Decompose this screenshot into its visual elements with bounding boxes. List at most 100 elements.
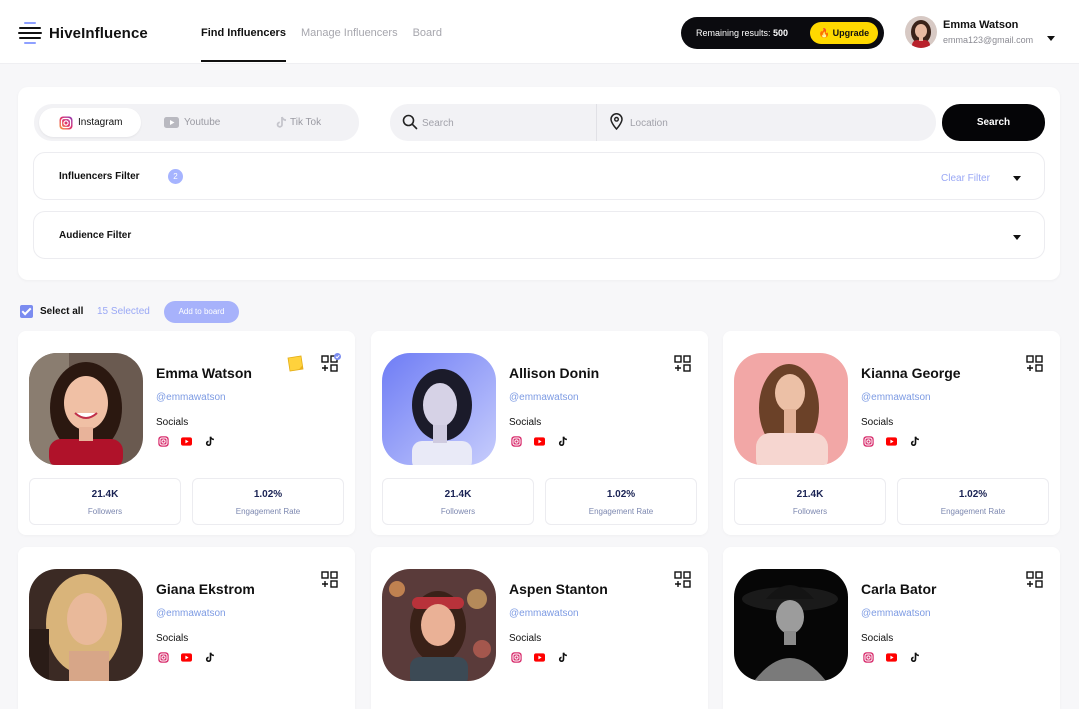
chevron-down-icon[interactable] bbox=[1013, 235, 1021, 240]
tiktok-icon[interactable] bbox=[204, 652, 215, 663]
influencer-name[interactable]: Giana Ekstrom bbox=[156, 581, 255, 597]
add-to-board-button[interactable]: Add to board bbox=[164, 301, 239, 323]
influencer-card[interactable]: Allison Donin @emmawatson Socials 21.4K … bbox=[371, 331, 708, 535]
followers-value: 21.4K bbox=[444, 489, 472, 500]
socials-label: Socials bbox=[509, 417, 542, 428]
influencer-handle[interactable]: @emmawatson bbox=[509, 608, 579, 619]
add-to-board-icon[interactable] bbox=[321, 569, 339, 588]
socials-list bbox=[511, 652, 580, 663]
youtube-icon[interactable] bbox=[534, 652, 545, 663]
add-to-board-icon[interactable] bbox=[674, 569, 692, 588]
add-to-board-icon[interactable] bbox=[321, 353, 341, 372]
instagram-icon[interactable] bbox=[158, 436, 169, 447]
influencer-name[interactable]: Allison Donin bbox=[509, 365, 599, 381]
chevron-down-icon[interactable] bbox=[1013, 176, 1021, 181]
location-pin-icon bbox=[610, 113, 623, 135]
tiktok-icon[interactable] bbox=[557, 652, 568, 663]
youtube-icon[interactable] bbox=[534, 436, 545, 447]
sticky-note-icon[interactable] bbox=[286, 353, 306, 373]
influencer-handle[interactable]: @emmawatson bbox=[509, 392, 579, 403]
tiktok-icon[interactable] bbox=[909, 652, 920, 663]
influencer-handle[interactable]: @emmawatson bbox=[156, 608, 226, 619]
engagement-stat: 1.02% Engagement Rate bbox=[897, 478, 1049, 525]
audience-filter-label: Audience Filter bbox=[59, 230, 132, 241]
location-input[interactable] bbox=[630, 112, 920, 134]
influencer-photo bbox=[734, 353, 848, 465]
influencer-name[interactable]: Aspen Stanton bbox=[509, 581, 608, 597]
engagement-stat: 1.02% Engagement Rate bbox=[545, 478, 697, 525]
app-name: HiveInfluence bbox=[49, 24, 148, 42]
add-to-board-icon[interactable] bbox=[674, 353, 692, 372]
engagement-value: 1.02% bbox=[958, 489, 988, 500]
influencer-photo bbox=[29, 353, 143, 465]
influencer-handle[interactable]: @emmawatson bbox=[861, 608, 931, 619]
nav-find-influencers[interactable]: Find Influencers bbox=[201, 0, 286, 64]
search-icon bbox=[402, 114, 418, 135]
add-to-board-icon[interactable] bbox=[1026, 569, 1044, 588]
top-header: HiveInfluence Find Influencers Manage In… bbox=[0, 0, 1079, 64]
influencer-name[interactable]: Carla Bator bbox=[861, 581, 936, 597]
youtube-icon[interactable] bbox=[886, 436, 897, 447]
instagram-icon[interactable] bbox=[863, 652, 874, 663]
socials-label: Socials bbox=[509, 633, 542, 644]
tab-tiktok[interactable]: Tik Tok bbox=[276, 108, 346, 137]
socials-list bbox=[158, 652, 227, 663]
nav-board[interactable]: Board bbox=[413, 0, 442, 64]
app-logo[interactable]: HiveInfluence bbox=[18, 19, 148, 47]
instagram-icon[interactable] bbox=[158, 652, 169, 663]
influencer-handle[interactable]: @emmawatson bbox=[156, 392, 226, 403]
tab-youtube[interactable]: Youtube bbox=[164, 108, 244, 137]
youtube-icon[interactable] bbox=[886, 652, 897, 663]
socials-label: Socials bbox=[156, 633, 189, 644]
youtube-icon[interactable] bbox=[181, 652, 192, 663]
socials-list bbox=[511, 436, 580, 447]
tiktok-icon[interactable] bbox=[909, 436, 920, 447]
followers-label: Followers bbox=[87, 507, 123, 516]
socials-label: Socials bbox=[156, 417, 189, 428]
select-all-label[interactable]: Select all bbox=[40, 306, 83, 317]
youtube-icon[interactable] bbox=[181, 436, 192, 447]
instagram-icon[interactable] bbox=[511, 652, 522, 663]
select-all-checkbox[interactable] bbox=[20, 305, 33, 318]
socials-list bbox=[863, 652, 932, 663]
instagram-icon[interactable] bbox=[511, 436, 522, 447]
influencer-card[interactable]: Aspen Stanton @emmawatson Socials bbox=[371, 547, 708, 709]
nav-manage-influencers[interactable]: Manage Influencers bbox=[301, 0, 398, 64]
influencer-name[interactable]: Emma Watson bbox=[156, 365, 252, 381]
user-name: Emma Watson bbox=[943, 19, 1019, 31]
engagement-label: Engagement Rate bbox=[235, 507, 301, 516]
socials-label: Socials bbox=[861, 417, 894, 428]
youtube-icon bbox=[164, 117, 179, 128]
search-bar bbox=[390, 104, 936, 141]
add-to-board-icon[interactable] bbox=[1026, 353, 1044, 372]
instagram-icon bbox=[59, 116, 73, 130]
clear-filter-link[interactable]: Clear Filter bbox=[941, 173, 990, 184]
user-email: emma123@gmail.com bbox=[943, 35, 1034, 45]
influencer-handle[interactable]: @emmawatson bbox=[861, 392, 931, 403]
audience-filter-row[interactable]: Audience Filter bbox=[33, 211, 1045, 259]
followers-label: Followers bbox=[440, 507, 476, 516]
influencer-card[interactable]: Kianna George @emmawatson Socials 21.4K … bbox=[723, 331, 1060, 535]
instagram-icon[interactable] bbox=[863, 436, 874, 447]
remaining-results-pill: Remaining results: 500 🔥 Upgrade bbox=[681, 17, 884, 49]
socials-list bbox=[863, 436, 932, 447]
platform-tabs: Instagram Youtube Tik Tok bbox=[34, 104, 359, 141]
influencer-name[interactable]: Kianna George bbox=[861, 365, 961, 381]
influencer-card[interactable]: Giana Ekstrom @emmawatson Socials bbox=[18, 547, 355, 709]
influencer-photo bbox=[382, 569, 496, 681]
followers-value: 21.4K bbox=[91, 489, 119, 500]
influencers-filter-row[interactable]: Influencers Filter 2 Clear Filter bbox=[33, 152, 1045, 200]
followers-stat: 21.4K Followers bbox=[29, 478, 181, 525]
upgrade-button[interactable]: 🔥 Upgrade bbox=[810, 22, 878, 44]
influencer-card[interactable]: Carla Bator @emmawatson Socials bbox=[723, 547, 1060, 709]
search-button[interactable]: Search bbox=[942, 104, 1045, 141]
tiktok-icon[interactable] bbox=[557, 436, 568, 447]
user-menu[interactable]: Emma Watson emma123@gmail.com bbox=[905, 16, 1065, 50]
tiktok-icon bbox=[276, 116, 287, 129]
tab-instagram[interactable]: Instagram bbox=[39, 108, 141, 137]
fire-icon: 🔥 bbox=[818, 28, 831, 38]
tiktok-icon[interactable] bbox=[204, 436, 215, 447]
influencer-card[interactable]: Emma Watson @emmawatson Socials 21.4K Fo… bbox=[18, 331, 355, 535]
search-input[interactable] bbox=[422, 112, 587, 134]
chevron-down-icon[interactable] bbox=[1047, 36, 1055, 41]
